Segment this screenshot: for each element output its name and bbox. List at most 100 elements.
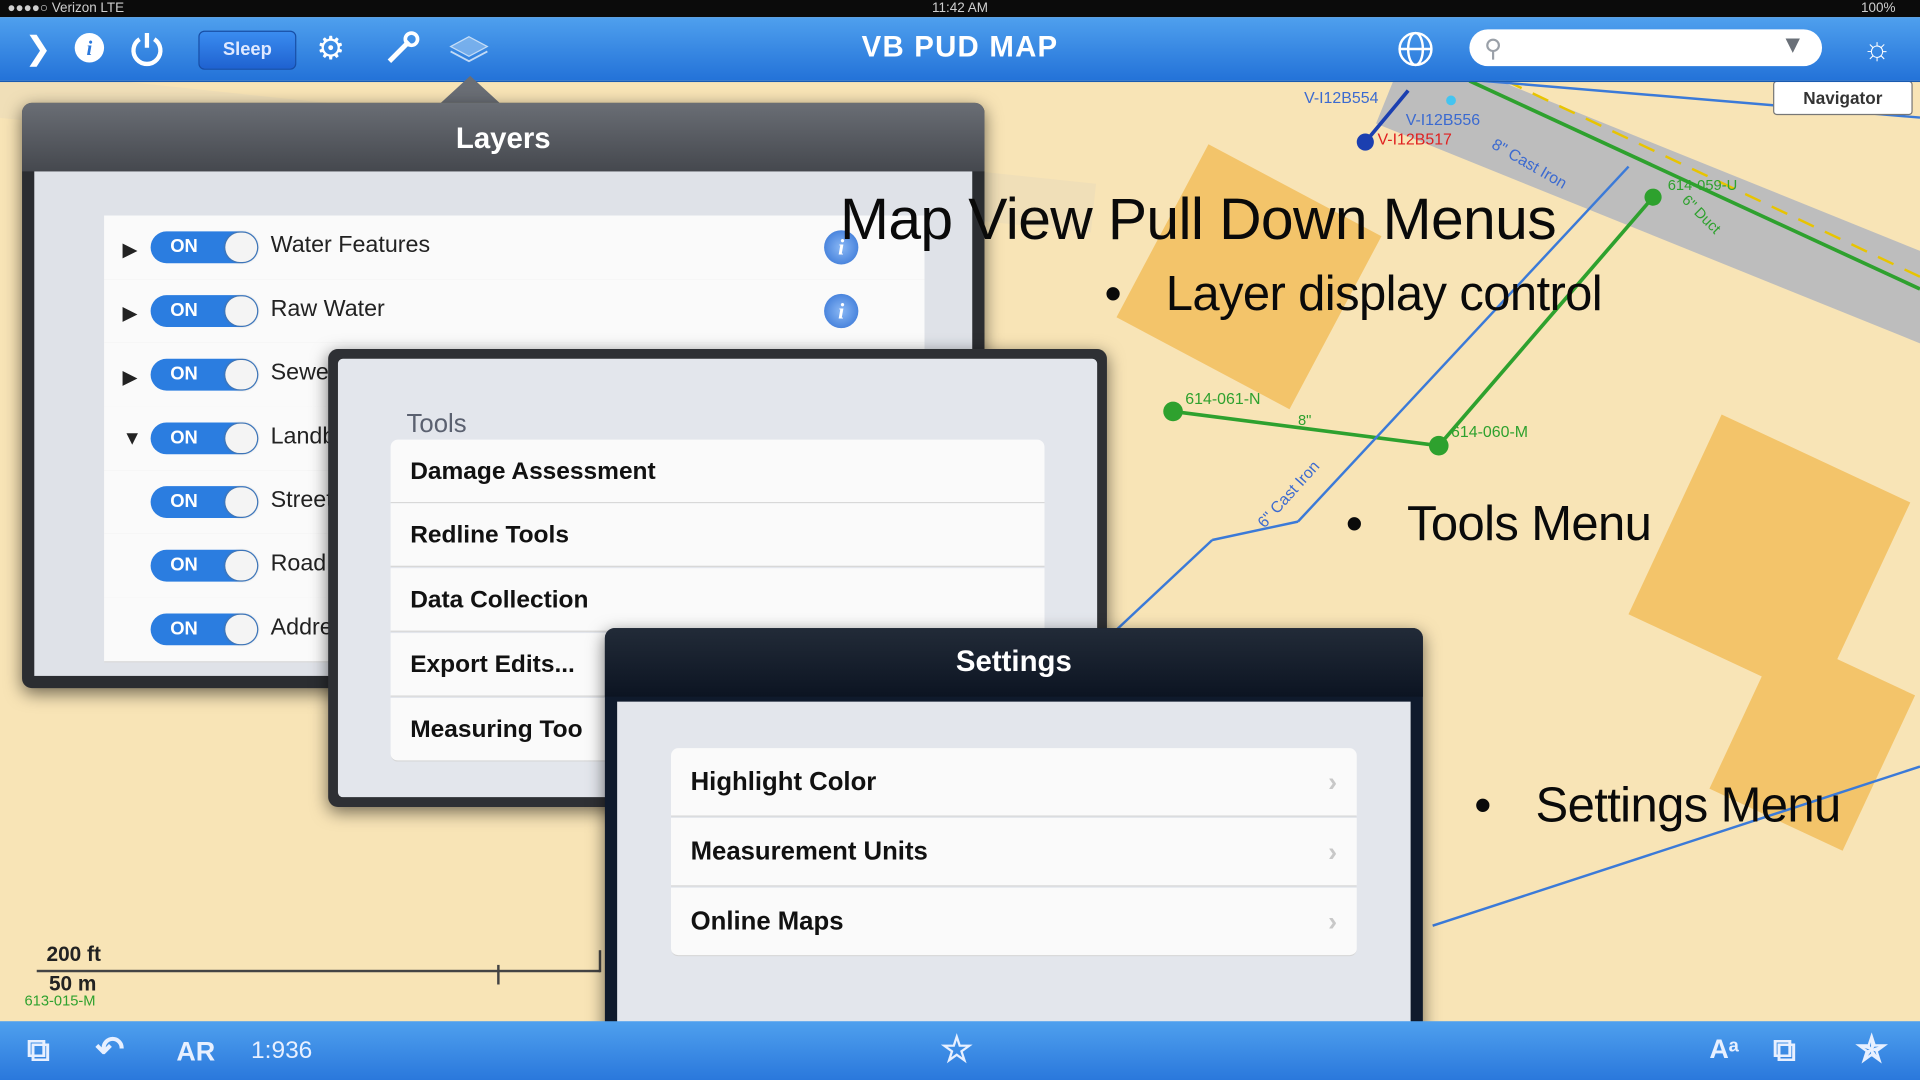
layer-name: Street <box>270 487 333 514</box>
layer-name: Raw Water <box>270 296 385 323</box>
filter-icon[interactable]: ▼ <box>1781 32 1805 60</box>
bullet-settings-menu: • Settings Menu <box>1474 778 1842 834</box>
toggle-on-label: ON <box>170 427 198 449</box>
toggle-on-label: ON <box>170 491 198 512</box>
layer-toggle[interactable]: ON <box>150 486 259 518</box>
sleep-button[interactable]: Sleep <box>198 30 297 70</box>
layers-icon[interactable] <box>448 29 489 66</box>
layer-name: Water Features <box>270 232 431 259</box>
wrench-icon[interactable] <box>382 29 420 66</box>
map-label: 614-059-U <box>1667 176 1738 194</box>
slide-title: Map View Pull Down Menus <box>840 187 1557 253</box>
popover-arrow <box>440 75 500 103</box>
layer-row-water-features[interactable]: ▶ ON Water Features i <box>104 215 925 281</box>
chevron-right-icon: › <box>1328 836 1338 867</box>
disclosure-triangle-icon[interactable]: ▼ <box>122 429 141 451</box>
layer-toggle[interactable]: ON <box>150 295 259 327</box>
toggle-knob <box>225 487 258 517</box>
setting-label: Online Maps <box>690 907 844 936</box>
favorites-icon[interactable]: ✯ <box>1856 1029 1887 1072</box>
info-icon[interactable]: i <box>824 293 859 329</box>
disclosure-triangle-icon[interactable]: ▶ <box>122 301 137 325</box>
toggle-on-label: ON <box>170 300 198 321</box>
disclosure-triangle-icon[interactable]: ▶ <box>122 365 137 389</box>
bullet-tools-menu: • Tools Menu <box>1346 497 1652 552</box>
map-label: V-I12B517 <box>1377 129 1452 149</box>
tool-damage-assessment[interactable]: Damage Assessment <box>390 439 1045 504</box>
bullet-text: Settings Menu <box>1535 778 1842 833</box>
navigator-button[interactable]: Navigator <box>1773 80 1913 116</box>
layer-toggle[interactable]: ON <box>150 549 259 582</box>
layer-name: Landb <box>270 423 336 450</box>
tool-data-collection[interactable]: Data Collection <box>390 568 1045 632</box>
globe-icon[interactable] <box>1396 29 1433 67</box>
bullet-text: Layer display control <box>1165 266 1603 321</box>
power-icon[interactable] <box>127 29 164 67</box>
bullet-dot: • <box>1345 497 1363 552</box>
setting-online-maps[interactable]: Online Maps › <box>671 887 1357 957</box>
map-label: 8" <box>1297 411 1312 429</box>
bullet-text: Tools Menu <box>1406 497 1652 552</box>
scale-bar <box>36 969 601 973</box>
setting-label: Measurement Units <box>690 837 928 866</box>
settings-list: Highlight Color › Measurement Units › Onli… <box>617 701 1411 1030</box>
scale-bar-tick <box>497 964 500 985</box>
scale-label-feet: 200 ft <box>46 942 101 967</box>
layer-toggle[interactable]: ON <box>150 613 259 646</box>
status-bar: ●●●●○ Verizon LTE 11:42 AM 100% <box>0 0 1920 18</box>
toggle-knob <box>225 551 258 581</box>
toggle-knob <box>225 296 258 326</box>
setting-label: Highlight Color <box>690 767 877 796</box>
map-label: 614-061-N <box>1185 389 1261 408</box>
text-size-icon[interactable]: Aᵃ <box>1709 1033 1739 1065</box>
toggle-knob <box>225 232 258 263</box>
map-label: V-I12B556 <box>1405 110 1481 129</box>
layers-title: Layers <box>22 102 985 172</box>
info-icon[interactable]: i <box>71 29 108 66</box>
setting-measurement-units[interactable]: Measurement Units › <box>671 817 1357 887</box>
setting-highlight-color[interactable]: Highlight Color › <box>671 748 1357 817</box>
layer-toggle[interactable]: ON <box>150 231 259 264</box>
ar-mode-button[interactable]: AR <box>176 1036 215 1068</box>
layer-row-raw-water[interactable]: ▶ ON Raw Water i <box>104 279 925 345</box>
status-time: 11:42 AM <box>932 1 988 16</box>
tools-label: Tools <box>406 410 467 439</box>
map-label: 614-060-M <box>1451 422 1529 441</box>
toggle-on-label: ON <box>170 363 198 385</box>
toggle-on-label: ON <box>170 236 198 258</box>
layer-name: Road <box>270 551 327 577</box>
screen: V-I12B554 V-I12B556 V-I12B517 8" Cast Ir… <box>0 0 1920 1080</box>
toggle-knob <box>225 360 258 390</box>
settings-popover: Settings Highlight Color › Measurement Un… <box>604 628 1423 1040</box>
chevron-right-icon: › <box>1328 766 1338 798</box>
back-arrow-icon[interactable]: ↶ <box>96 1029 125 1069</box>
map-label: V-I12B554 <box>1304 88 1379 107</box>
toggle-knob <box>225 614 258 645</box>
svg-text:i: i <box>86 36 92 60</box>
bullet-layer-display: • Layer display control <box>1104 266 1603 322</box>
layer-toggle[interactable]: ON <box>150 422 259 455</box>
star-icon[interactable]: ☆ <box>940 1029 973 1072</box>
layer-toggle[interactable]: ON <box>150 358 259 391</box>
brightness-icon[interactable]: ☼ <box>1859 29 1896 66</box>
toggle-knob <box>225 423 258 454</box>
disclosure-triangle-icon[interactable]: ▶ <box>122 238 137 262</box>
bullet-dot: • <box>1104 266 1122 321</box>
settings-title: Settings <box>604 628 1423 697</box>
chevron-right-icon: › <box>1328 906 1338 937</box>
battery-label: 100% <box>1861 1 1896 16</box>
search-input[interactable]: ⚲ ▼ <box>1469 29 1823 67</box>
share-icon[interactable]: ⧉ <box>1773 1031 1796 1070</box>
bullet-dot: • <box>1474 778 1491 833</box>
map-scale-readout: 1:936 <box>251 1037 313 1065</box>
scale-bar-tick <box>598 950 602 973</box>
layer-name: Sewe <box>270 360 329 386</box>
top-toolbar: ❯ i Sleep ⚙ VB PUD MAP ⚲ ▼ ☼ <box>0 17 1920 83</box>
share-icon[interactable]: ⧉ <box>27 1031 50 1070</box>
chevron-right-icon[interactable]: ❯ <box>20 29 57 66</box>
toggle-on-label: ON <box>170 554 198 576</box>
bottom-toolbar: ⧉ ↶ AR 1:936 ☆ Aᵃ ⧉ ✯ <box>0 1021 1920 1080</box>
map-label: 613-015-M <box>24 991 96 1009</box>
tool-redline-tools[interactable]: Redline Tools <box>390 503 1045 567</box>
gear-icon[interactable]: ⚙ <box>312 29 349 66</box>
